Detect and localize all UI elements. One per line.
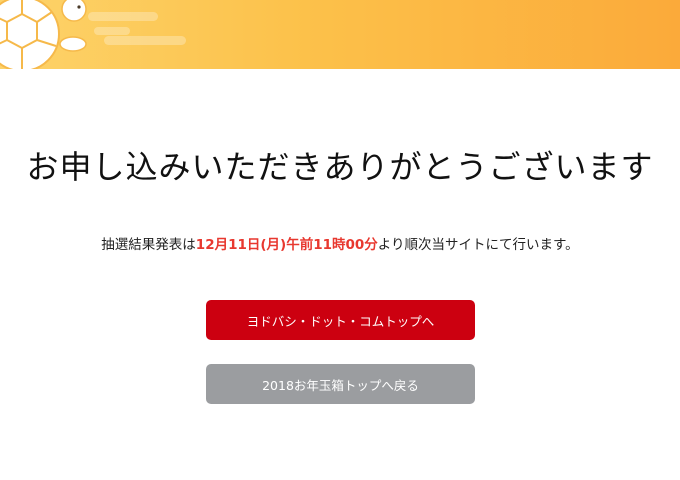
notice-text-after: より順次当サイトにて行います。 bbox=[377, 237, 579, 253]
back-to-otoshidama-button[interactable]: 2018お年玉箱トップへ戻る bbox=[206, 364, 475, 404]
yodobashi-top-button[interactable]: ヨドバシ・ドット・コムトップへ bbox=[206, 300, 475, 340]
notice-text-before: 抽選結果発表は bbox=[101, 237, 196, 253]
page-title: お申し込みいただきありがとうございます bbox=[26, 148, 654, 186]
turtle-icon bbox=[0, 0, 186, 69]
header-banner bbox=[0, 0, 680, 69]
yodobashi-top-button-label: ヨドバシ・ドット・コムトップへ bbox=[246, 313, 435, 329]
back-to-otoshidama-button-label: 2018お年玉箱トップへ戻る bbox=[262, 377, 419, 393]
announcement-date: 12月11日(月)午前11時00分 bbox=[195, 237, 378, 253]
page: お申し込みいただきありがとうございます 抽選結果発表は12月11日(月)午前11… bbox=[0, 0, 680, 480]
lottery-notice: 抽選結果発表は12月11日(月)午前11時00分より順次当サイトにて行います。 bbox=[0, 233, 680, 253]
